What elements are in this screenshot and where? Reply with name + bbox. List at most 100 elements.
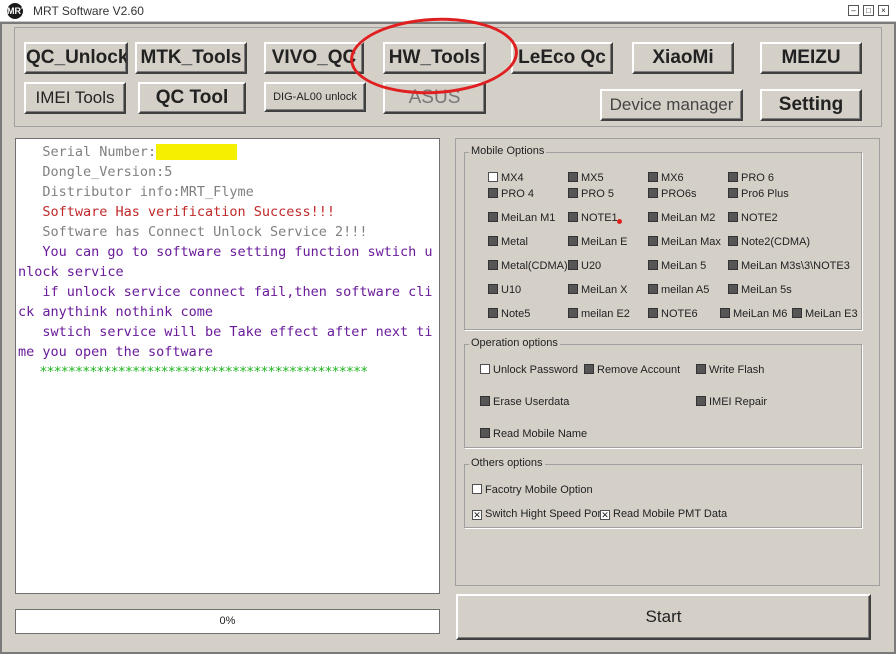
minimize-button[interactable]: – xyxy=(848,5,859,16)
mobile-option-checkbox[interactable]: U20 xyxy=(568,259,601,273)
device-manager-button[interactable]: Device manager xyxy=(600,89,743,121)
checkbox-icon xyxy=(472,484,482,494)
checkbox-icon xyxy=(648,284,658,294)
erase-userdata-checkbox[interactable]: Erase Userdata xyxy=(480,395,569,409)
mobile-option-checkbox[interactable]: MeiLan M6 xyxy=(720,307,787,321)
imei-repair-checkbox[interactable]: IMEI Repair xyxy=(696,395,767,409)
checkbox-icon xyxy=(480,396,490,406)
mobile-option-checkbox[interactable]: NOTE6 xyxy=(648,307,698,321)
mobile-option-checkbox[interactable]: MeiLan X xyxy=(568,283,627,297)
checkbox-icon xyxy=(728,260,738,270)
mobile-option-checkbox[interactable]: meilan E2 xyxy=(568,307,630,321)
start-button[interactable]: Start xyxy=(456,594,871,640)
log-line: Distributor info:MRT_Flyme xyxy=(18,184,254,200)
checkbox-icon xyxy=(568,284,578,294)
checkbox-icon xyxy=(488,188,498,198)
redacted-serial: XXXXXXXXXX xyxy=(156,144,238,160)
window-title: MRT Software V2.60 xyxy=(33,4,144,18)
checkbox-icon xyxy=(568,172,578,182)
dig-al00-unlock-button[interactable]: DIG-AL00 unlock xyxy=(264,82,366,112)
mobile-option-checkbox[interactable]: MeiLan 5 xyxy=(648,259,706,273)
remove-account-checkbox[interactable]: Remove Account xyxy=(584,363,680,377)
mobile-option-checkbox[interactable]: U10 xyxy=(488,283,521,297)
mobile-option-checkbox[interactable]: MeiLan 5s xyxy=(728,283,792,297)
log-line: swtich service will be Take effect after… xyxy=(18,324,433,360)
red-annotation-dot xyxy=(617,219,622,224)
checkmark-icon: ✕ xyxy=(472,510,482,520)
checkbox-icon xyxy=(648,308,658,318)
checkbox-icon xyxy=(488,284,498,294)
checkbox-icon xyxy=(568,212,578,222)
checkbox-icon xyxy=(728,236,738,246)
checkbox-icon xyxy=(488,212,498,222)
checkbox-icon xyxy=(648,212,658,222)
checkbox-icon xyxy=(728,212,738,222)
meizu-button[interactable]: MEIZU xyxy=(760,42,862,74)
mobile-option-checkbox[interactable]: PRO 6 xyxy=(728,171,774,185)
read-mobile-name-checkbox[interactable]: Read Mobile Name xyxy=(480,427,587,441)
write-flash-checkbox[interactable]: Write Flash xyxy=(696,363,764,377)
qc-tool-button[interactable]: QC Tool xyxy=(138,82,246,114)
app-icon: MRT xyxy=(7,3,27,19)
log-output: Serial Number:XXXXXXXXXX Dongle_Version:… xyxy=(15,138,440,594)
read-mobile-pmt-checkbox[interactable]: ✕ Read Mobile PMT Data xyxy=(600,507,727,521)
mobile-option-checkbox[interactable]: Metal xyxy=(488,235,528,249)
mobile-option-checkbox[interactable]: MeiLan M1 xyxy=(488,211,555,225)
mobile-option-checkbox[interactable]: MeiLan E xyxy=(568,235,627,249)
others-options-title: Others options xyxy=(469,457,545,469)
log-line: You can go to software setting function … xyxy=(18,244,433,280)
checkbox-icon xyxy=(728,172,738,182)
checkbox-icon xyxy=(584,364,594,374)
checkbox-icon xyxy=(648,236,658,246)
checkbox-icon xyxy=(568,236,578,246)
unlock-password-checkbox[interactable]: Unlock Password xyxy=(480,363,578,377)
xiaomi-button[interactable]: XiaoMi xyxy=(632,42,734,74)
checkbox-icon xyxy=(568,308,578,318)
checkbox-icon xyxy=(648,172,658,182)
maximize-button[interactable]: □ xyxy=(863,5,874,16)
mobile-option-checkbox[interactable]: PRO6s xyxy=(648,187,696,201)
mobile-option-checkbox[interactable]: MX5 xyxy=(568,171,604,185)
close-button[interactable]: × xyxy=(878,5,889,16)
mobile-option-checkbox[interactable]: MeiLan M2 xyxy=(648,211,715,225)
mobile-option-checkbox[interactable]: NOTE2 xyxy=(728,211,778,225)
mobile-option-checkbox[interactable]: MeiLan M3s\3\NOTE3 xyxy=(728,259,850,273)
mobile-option-checkbox[interactable]: PRO 5 xyxy=(568,187,614,201)
vivo-qc-button[interactable]: VIVO_QC xyxy=(264,42,364,74)
checkbox-icon xyxy=(648,188,658,198)
checkbox-icon xyxy=(488,308,498,318)
mobile-option-checkbox[interactable]: MeiLan E3 xyxy=(792,307,858,321)
mobile-option-checkbox[interactable]: Metal(CDMA) xyxy=(488,259,568,273)
mobile-option-checkbox[interactable]: Note5 xyxy=(488,307,530,321)
checkbox-icon xyxy=(488,172,498,182)
setting-button[interactable]: Setting xyxy=(760,89,862,121)
log-line: Software Has verification Success!!! xyxy=(18,204,335,220)
factory-mobile-option-checkbox[interactable]: Facotry Mobile Option xyxy=(472,483,593,497)
checkbox-icon xyxy=(648,260,658,270)
imei-tools-button[interactable]: IMEI Tools xyxy=(24,82,126,114)
qc-unlock-button[interactable]: QC_Unlock xyxy=(24,42,128,74)
log-line: ****************************************… xyxy=(18,364,368,380)
mobile-option-checkbox[interactable]: MeiLan Max xyxy=(648,235,721,249)
leeco-qc-button[interactable]: LeEco Qc xyxy=(511,42,613,74)
checkbox-icon xyxy=(568,188,578,198)
checkbox-icon xyxy=(728,188,738,198)
mobile-option-checkbox[interactable]: MX6 xyxy=(648,171,684,185)
switch-high-speed-checkbox[interactable]: ✕ Switch Hight Speed Por xyxy=(472,507,601,521)
mobile-option-checkbox[interactable]: Pro6 Plus xyxy=(728,187,789,201)
progress-bar: 0% xyxy=(15,609,440,634)
mobile-option-checkbox[interactable]: PRO 4 xyxy=(488,187,534,201)
checkbox-icon xyxy=(568,260,578,270)
checkbox-icon xyxy=(696,396,706,406)
mobile-option-checkbox[interactable]: NOTE1 xyxy=(568,211,618,225)
mobile-option-checkbox[interactable]: MX4 xyxy=(488,171,524,185)
mtk-tools-button[interactable]: MTK_Tools xyxy=(135,42,247,74)
mobile-option-checkbox[interactable]: Note2(CDMA) xyxy=(728,235,810,249)
checkbox-icon xyxy=(696,364,706,374)
checkbox-icon xyxy=(488,260,498,270)
log-line: Serial Number:XXXXXXXXXX xyxy=(18,144,238,160)
checkbox-icon xyxy=(792,308,802,318)
log-line: Dongle_Version:5 xyxy=(18,164,173,180)
mobile-option-checkbox[interactable]: meilan A5 xyxy=(648,283,709,297)
operation-options-title: Operation options xyxy=(469,337,560,349)
